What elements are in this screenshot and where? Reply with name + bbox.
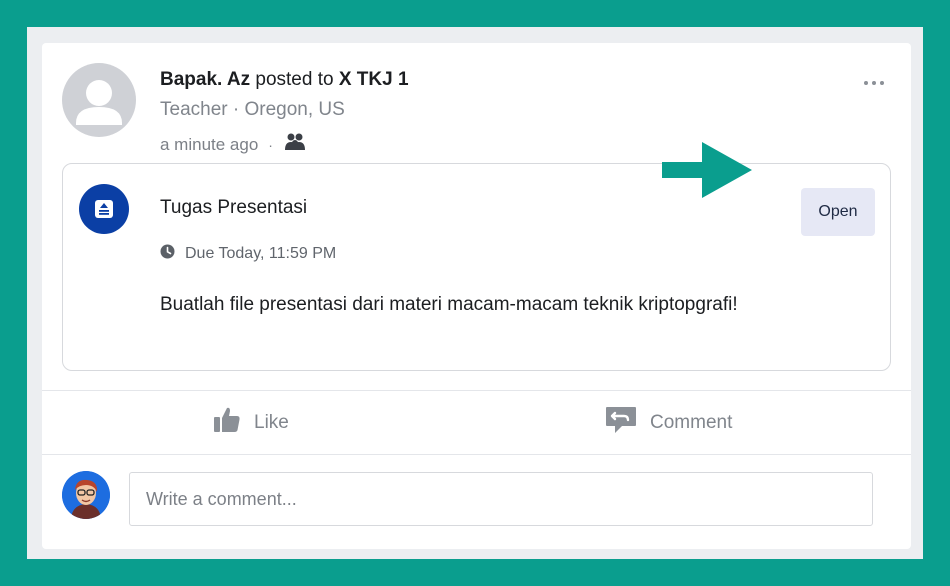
post-time-line: a minute ago · — [160, 132, 307, 157]
comment-label: Comment — [650, 412, 733, 433]
current-user-avatar[interactable] — [62, 471, 110, 519]
assignment-title[interactable]: Tugas Presentasi — [160, 197, 307, 219]
assignment-card: Tugas Presentasi Due Today, 11:59 PM Bua… — [62, 163, 891, 371]
divider — [42, 454, 911, 455]
more-options-button[interactable] — [859, 73, 889, 93]
post-timestamp[interactable]: a minute ago — [160, 135, 258, 155]
comment-icon — [604, 404, 638, 442]
posted-to-text: posted to — [255, 69, 334, 90]
assignment-icon — [79, 184, 129, 234]
author-line: Bapak. Az posted to X TKJ 1 — [160, 69, 409, 91]
group-name[interactable]: X TKJ 1 — [339, 69, 409, 90]
author-avatar[interactable] — [62, 63, 136, 137]
author-role-location: Teacher · Oregon, US — [160, 99, 345, 120]
comment-button[interactable]: Comment — [604, 401, 732, 445]
separator-dot: · — [268, 136, 273, 153]
thumbs-up-icon — [212, 405, 242, 441]
like-label: Like — [254, 412, 289, 433]
assignment-description: Buatlah file presentasi dari materi maca… — [160, 294, 738, 315]
post-card: Bapak. Az posted to X TKJ 1 Teacher · Or… — [42, 43, 911, 549]
annotation-arrow — [662, 142, 752, 198]
author-name[interactable]: Bapak. Az — [160, 69, 250, 90]
more-horizontal-icon — [864, 81, 868, 85]
group-icon — [283, 132, 307, 157]
assignment-due: Due Today, 11:59 PM — [160, 244, 336, 264]
divider — [42, 390, 911, 391]
due-text: Due Today, 11:59 PM — [185, 245, 337, 262]
comment-input[interactable] — [129, 472, 873, 526]
clock-icon — [160, 244, 175, 264]
like-button[interactable]: Like — [212, 401, 289, 445]
open-button[interactable]: Open — [801, 188, 875, 236]
